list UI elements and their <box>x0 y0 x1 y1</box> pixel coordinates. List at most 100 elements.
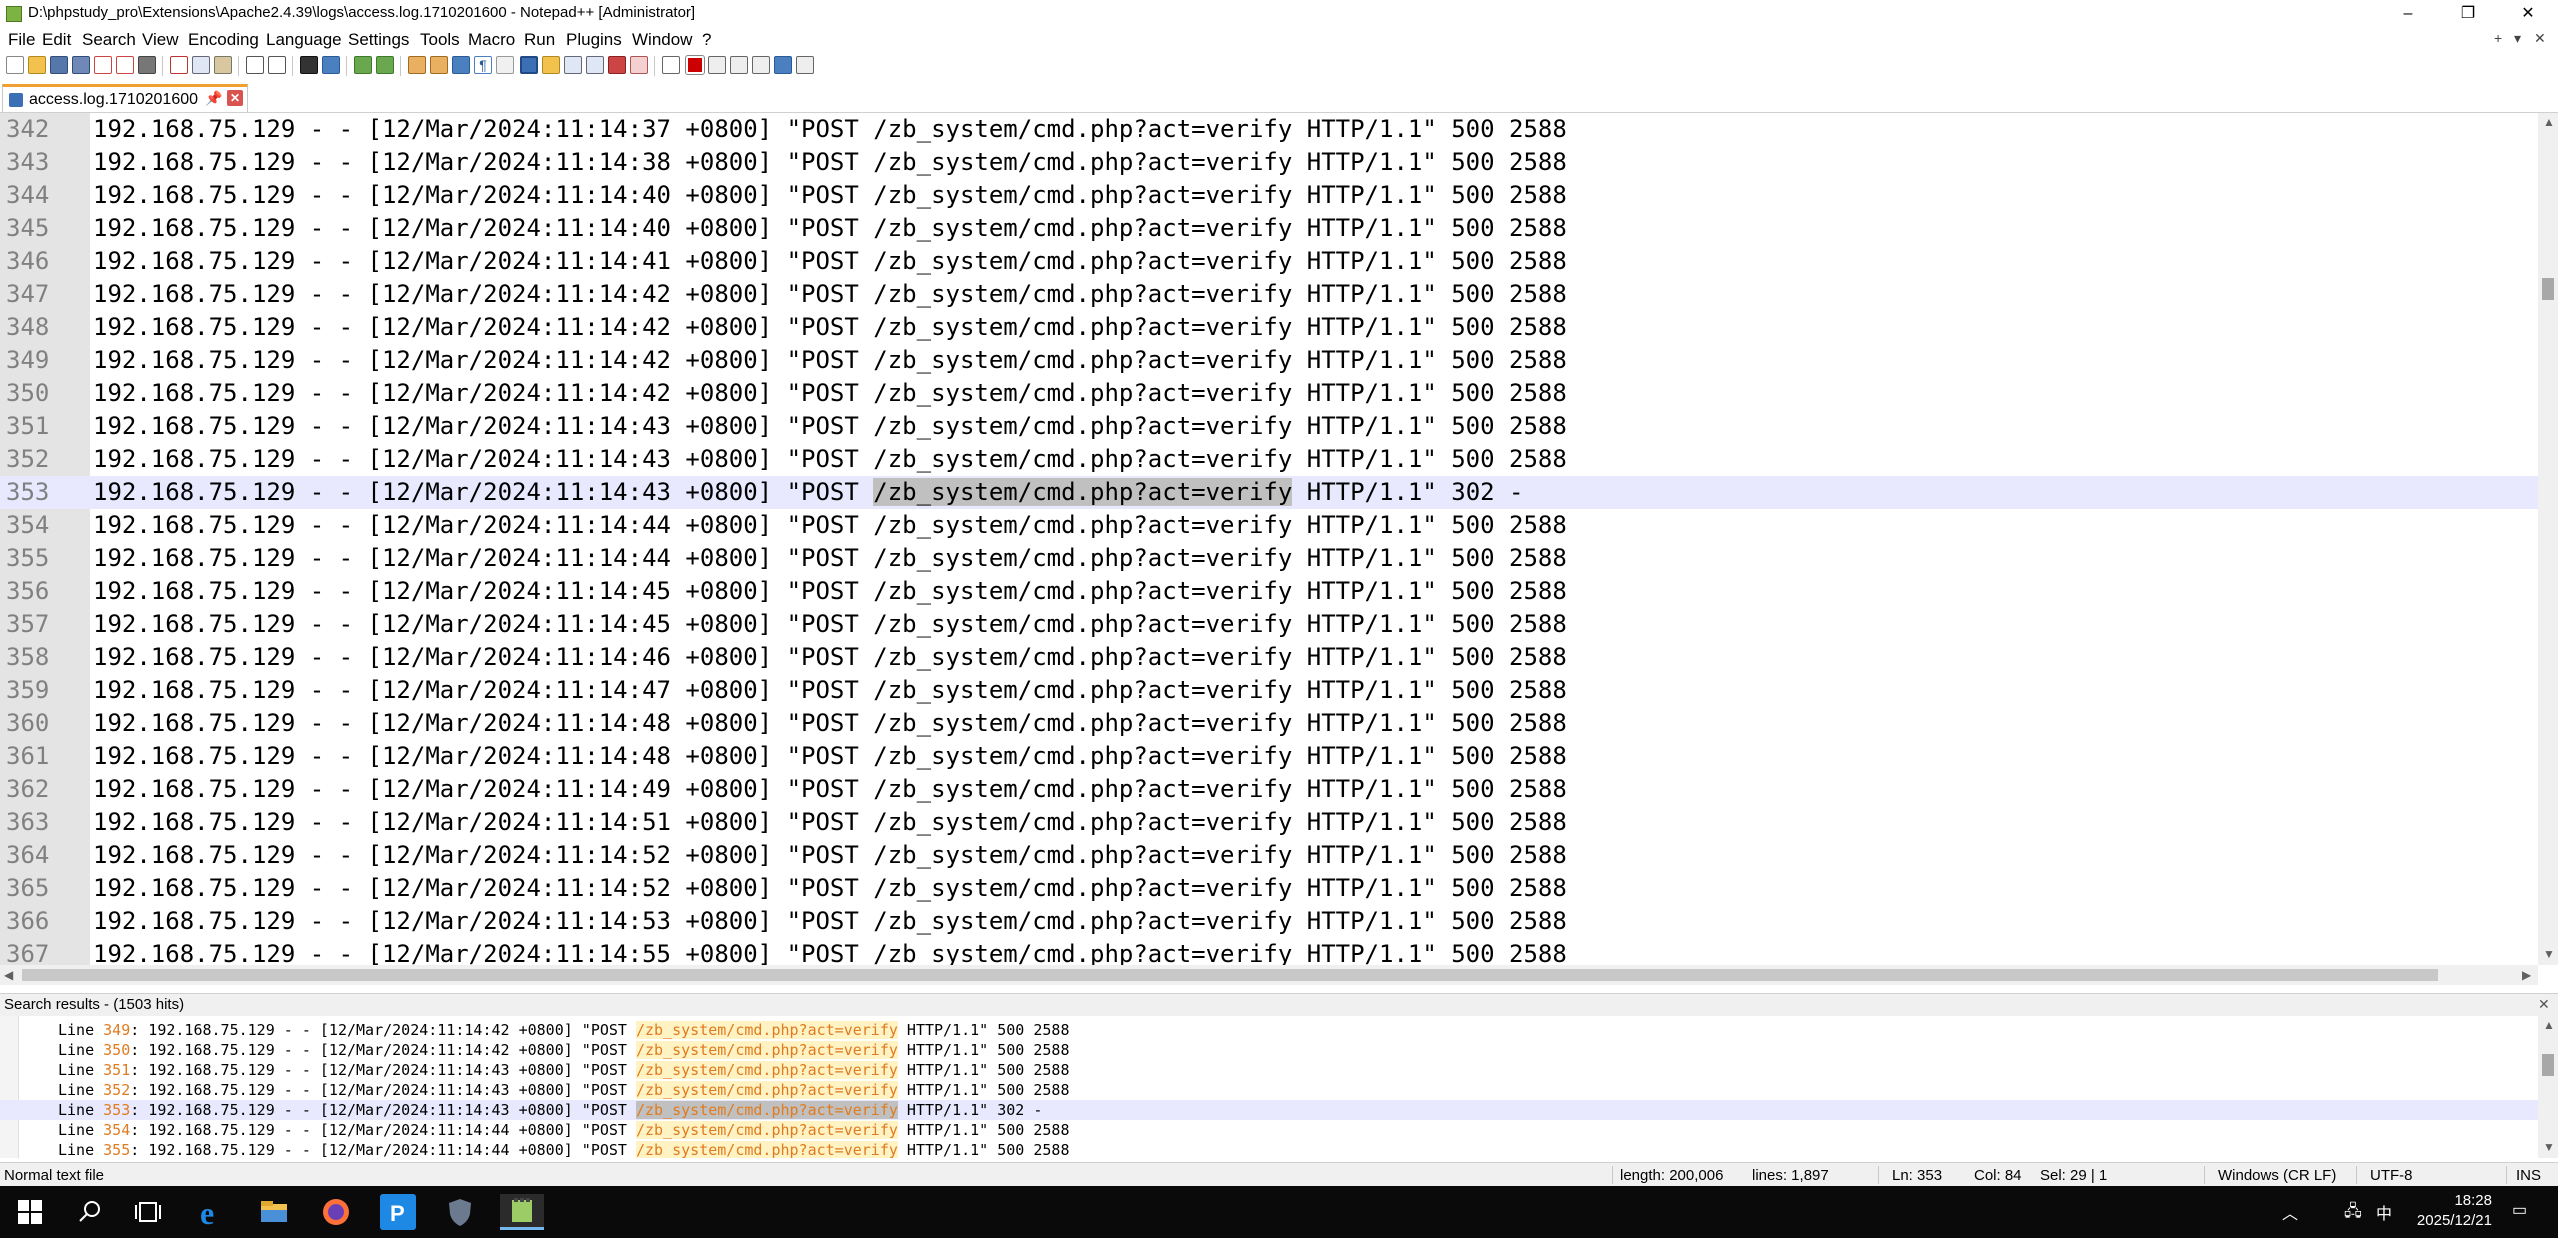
editor-line[interactable]: 363 192.168.75.129 - - [12/Mar/2024:11:14… <box>0 806 2538 839</box>
close-file-icon[interactable] <box>94 56 112 74</box>
close-button[interactable]: ✕ <box>2498 0 2558 28</box>
editor-line[interactable]: 345 192.168.75.129 - - [12/Mar/2024:11:14… <box>0 212 2538 245</box>
plugin-icon[interactable] <box>796 56 814 74</box>
notepadpp-icon[interactable] <box>500 1194 544 1230</box>
zoom-out-icon[interactable] <box>376 56 394 74</box>
clock-date[interactable]: 2025/12/21 <box>2402 1212 2492 1229</box>
new-file-icon[interactable] <box>6 56 24 74</box>
tab-access-log[interactable]: access.log.1710201600 📌 ✕ <box>2 84 248 112</box>
editor-vertical-scrollbar[interactable]: ▲ ▼ <box>2538 113 2558 965</box>
document-map-icon[interactable] <box>564 56 582 74</box>
editor-line[interactable]: 359 192.168.75.129 - - [12/Mar/2024:11:14… <box>0 674 2538 707</box>
close-all-icon[interactable] <box>116 56 134 74</box>
copy-icon[interactable] <box>192 56 210 74</box>
document-list-icon[interactable] <box>586 56 604 74</box>
sync-horizontal-icon[interactable] <box>430 56 448 74</box>
close-document-icon[interactable]: ✕ <box>2534 30 2546 47</box>
editor-line[interactable]: 367 192.168.75.129 - - [12/Mar/2024:11:14… <box>0 938 2538 965</box>
menu-plugins[interactable]: Plugins <box>566 30 622 50</box>
editor-line[interactable]: 360 192.168.75.129 - - [12/Mar/2024:11:14… <box>0 707 2538 740</box>
cut-icon[interactable] <box>170 56 188 74</box>
scroll-right-arrow-icon[interactable]: ▶ <box>2522 968 2531 982</box>
editor-line[interactable]: 361 192.168.75.129 - - [12/Mar/2024:11:14… <box>0 740 2538 773</box>
paste-icon[interactable] <box>214 56 232 74</box>
status-eol[interactable]: Windows (CR LF) <box>2218 1167 2336 1184</box>
save-icon[interactable] <box>50 56 68 74</box>
menu-encoding[interactable]: Encoding <box>188 30 259 50</box>
find-icon[interactable] <box>300 56 318 74</box>
editor-line[interactable]: 348 192.168.75.129 - - [12/Mar/2024:11:14… <box>0 311 2538 344</box>
search-results-close-icon[interactable]: ✕ <box>2538 996 2550 1013</box>
redo-icon[interactable] <box>268 56 286 74</box>
file-explorer-icon[interactable] <box>256 1194 292 1230</box>
function-list-icon[interactable] <box>608 56 626 74</box>
phpstudy-icon[interactable]: P <box>380 1194 416 1230</box>
editor-line[interactable]: 343 192.168.75.129 - - [12/Mar/2024:11:14… <box>0 146 2538 179</box>
print-icon[interactable] <box>138 56 156 74</box>
show-all-characters-icon[interactable]: ¶ <box>474 56 492 74</box>
new-tab-plus-icon[interactable]: + <box>2494 30 2502 46</box>
tab-close-icon[interactable]: ✕ <box>227 90 243 106</box>
editor-area[interactable]: 342 192.168.75.129 - - [12/Mar/2024:11:14… <box>0 113 2538 965</box>
tab-list-dropdown-icon[interactable]: ▾ <box>2514 30 2521 47</box>
editor-line[interactable]: 355 192.168.75.129 - - [12/Mar/2024:11:14… <box>0 542 2538 575</box>
editor-line[interactable]: 366 192.168.75.129 - - [12/Mar/2024:11:14… <box>0 905 2538 938</box>
menu-window[interactable]: Window <box>632 30 692 50</box>
firefox-icon[interactable] <box>318 1194 354 1230</box>
search-result-row[interactable]: Line 350: 192.168.75.129 - - [12/Mar/202… <box>0 1040 2538 1060</box>
search-results-scrollbar[interactable]: ▲ ▼ <box>2538 1016 2558 1158</box>
editor-line[interactable]: 362 192.168.75.129 - - [12/Mar/2024:11:14… <box>0 773 2538 806</box>
user-defined-language-icon[interactable] <box>542 56 560 74</box>
sr-scroll-up-arrow-icon[interactable]: ▲ <box>2543 1018 2555 1032</box>
network-icon[interactable]: 🖧 <box>2344 1200 2362 1227</box>
menu-view[interactable]: View <box>142 30 179 50</box>
editor-line[interactable]: 350 192.168.75.129 - - [12/Mar/2024:11:14… <box>0 377 2538 410</box>
search-icon[interactable] <box>72 1194 108 1230</box>
search-result-row[interactable]: Line 351: 192.168.75.129 - - [12/Mar/202… <box>0 1060 2538 1080</box>
search-result-row[interactable]: Line 352: 192.168.75.129 - - [12/Mar/202… <box>0 1080 2538 1100</box>
stop-recording-icon[interactable] <box>708 56 726 74</box>
pin-icon[interactable]: 📌 <box>205 90 222 107</box>
menu-tools[interactable]: Tools <box>420 30 460 50</box>
menu-help[interactable]: ? <box>702 30 711 50</box>
editor-line[interactable]: 352 192.168.75.129 - - [12/Mar/2024:11:14… <box>0 443 2538 476</box>
monitoring-icon[interactable] <box>662 56 680 74</box>
shield-app-icon[interactable] <box>442 1194 478 1230</box>
menu-macro[interactable]: Macro <box>468 30 515 50</box>
ie-icon[interactable]: e <box>194 1194 230 1231</box>
word-wrap-icon[interactable] <box>452 56 470 74</box>
undo-icon[interactable] <box>246 56 264 74</box>
windows-start-icon[interactable] <box>12 1194 48 1230</box>
editor-line[interactable]: 358 192.168.75.129 - - [12/Mar/2024:11:14… <box>0 641 2538 674</box>
status-insert-mode[interactable]: INS <box>2516 1167 2541 1184</box>
scroll-down-arrow-icon[interactable]: ▼ <box>2543 947 2555 961</box>
save-macro-icon[interactable] <box>774 56 792 74</box>
editor-horizontal-scrollbar[interactable]: ◀ ▶ <box>0 965 2538 985</box>
editor-line[interactable]: 365 192.168.75.129 - - [12/Mar/2024:11:14… <box>0 872 2538 905</box>
editor-line[interactable]: 351 192.168.75.129 - - [12/Mar/2024:11:14… <box>0 410 2538 443</box>
scroll-left-arrow-icon[interactable]: ◀ <box>4 968 13 982</box>
search-result-row[interactable]: Line 349: 192.168.75.129 - - [12/Mar/202… <box>0 1020 2538 1040</box>
task-view-icon[interactable] <box>130 1194 166 1230</box>
status-encoding[interactable]: UTF-8 <box>2370 1167 2413 1184</box>
menu-settings[interactable]: Settings <box>348 30 409 50</box>
menu-search[interactable]: Search <box>82 30 136 50</box>
editor-line[interactable]: 354 192.168.75.129 - - [12/Mar/2024:11:14… <box>0 509 2538 542</box>
search-result-row[interactable]: Line 353: 192.168.75.129 - - [12/Mar/202… <box>0 1100 2538 1120</box>
menu-run[interactable]: Run <box>524 30 555 50</box>
editor-line[interactable]: 342 192.168.75.129 - - [12/Mar/2024:11:14… <box>0 113 2538 146</box>
menu-file[interactable]: File <box>8 30 35 50</box>
search-results-scroll-thumb[interactable] <box>2542 1054 2554 1076</box>
minimize-button[interactable]: – <box>2378 0 2438 28</box>
menu-language[interactable]: Language <box>266 30 342 50</box>
clock-time[interactable]: 18:28 <box>2430 1192 2492 1209</box>
editor-line[interactable]: 356 192.168.75.129 - - [12/Mar/2024:11:14… <box>0 575 2538 608</box>
record-macro-icon[interactable] <box>685 55 705 75</box>
save-all-icon[interactable] <box>72 56 90 74</box>
editor-line[interactable]: 349 192.168.75.129 - - [12/Mar/2024:11:14… <box>0 344 2538 377</box>
folder-as-workspace-icon[interactable] <box>630 56 648 74</box>
editor-line[interactable]: 346 192.168.75.129 - - [12/Mar/2024:11:14… <box>0 245 2538 278</box>
ime-indicator[interactable]: 中 <box>2376 1200 2392 1224</box>
sync-vertical-icon[interactable] <box>408 56 426 74</box>
scroll-up-arrow-icon[interactable]: ▲ <box>2543 115 2555 129</box>
